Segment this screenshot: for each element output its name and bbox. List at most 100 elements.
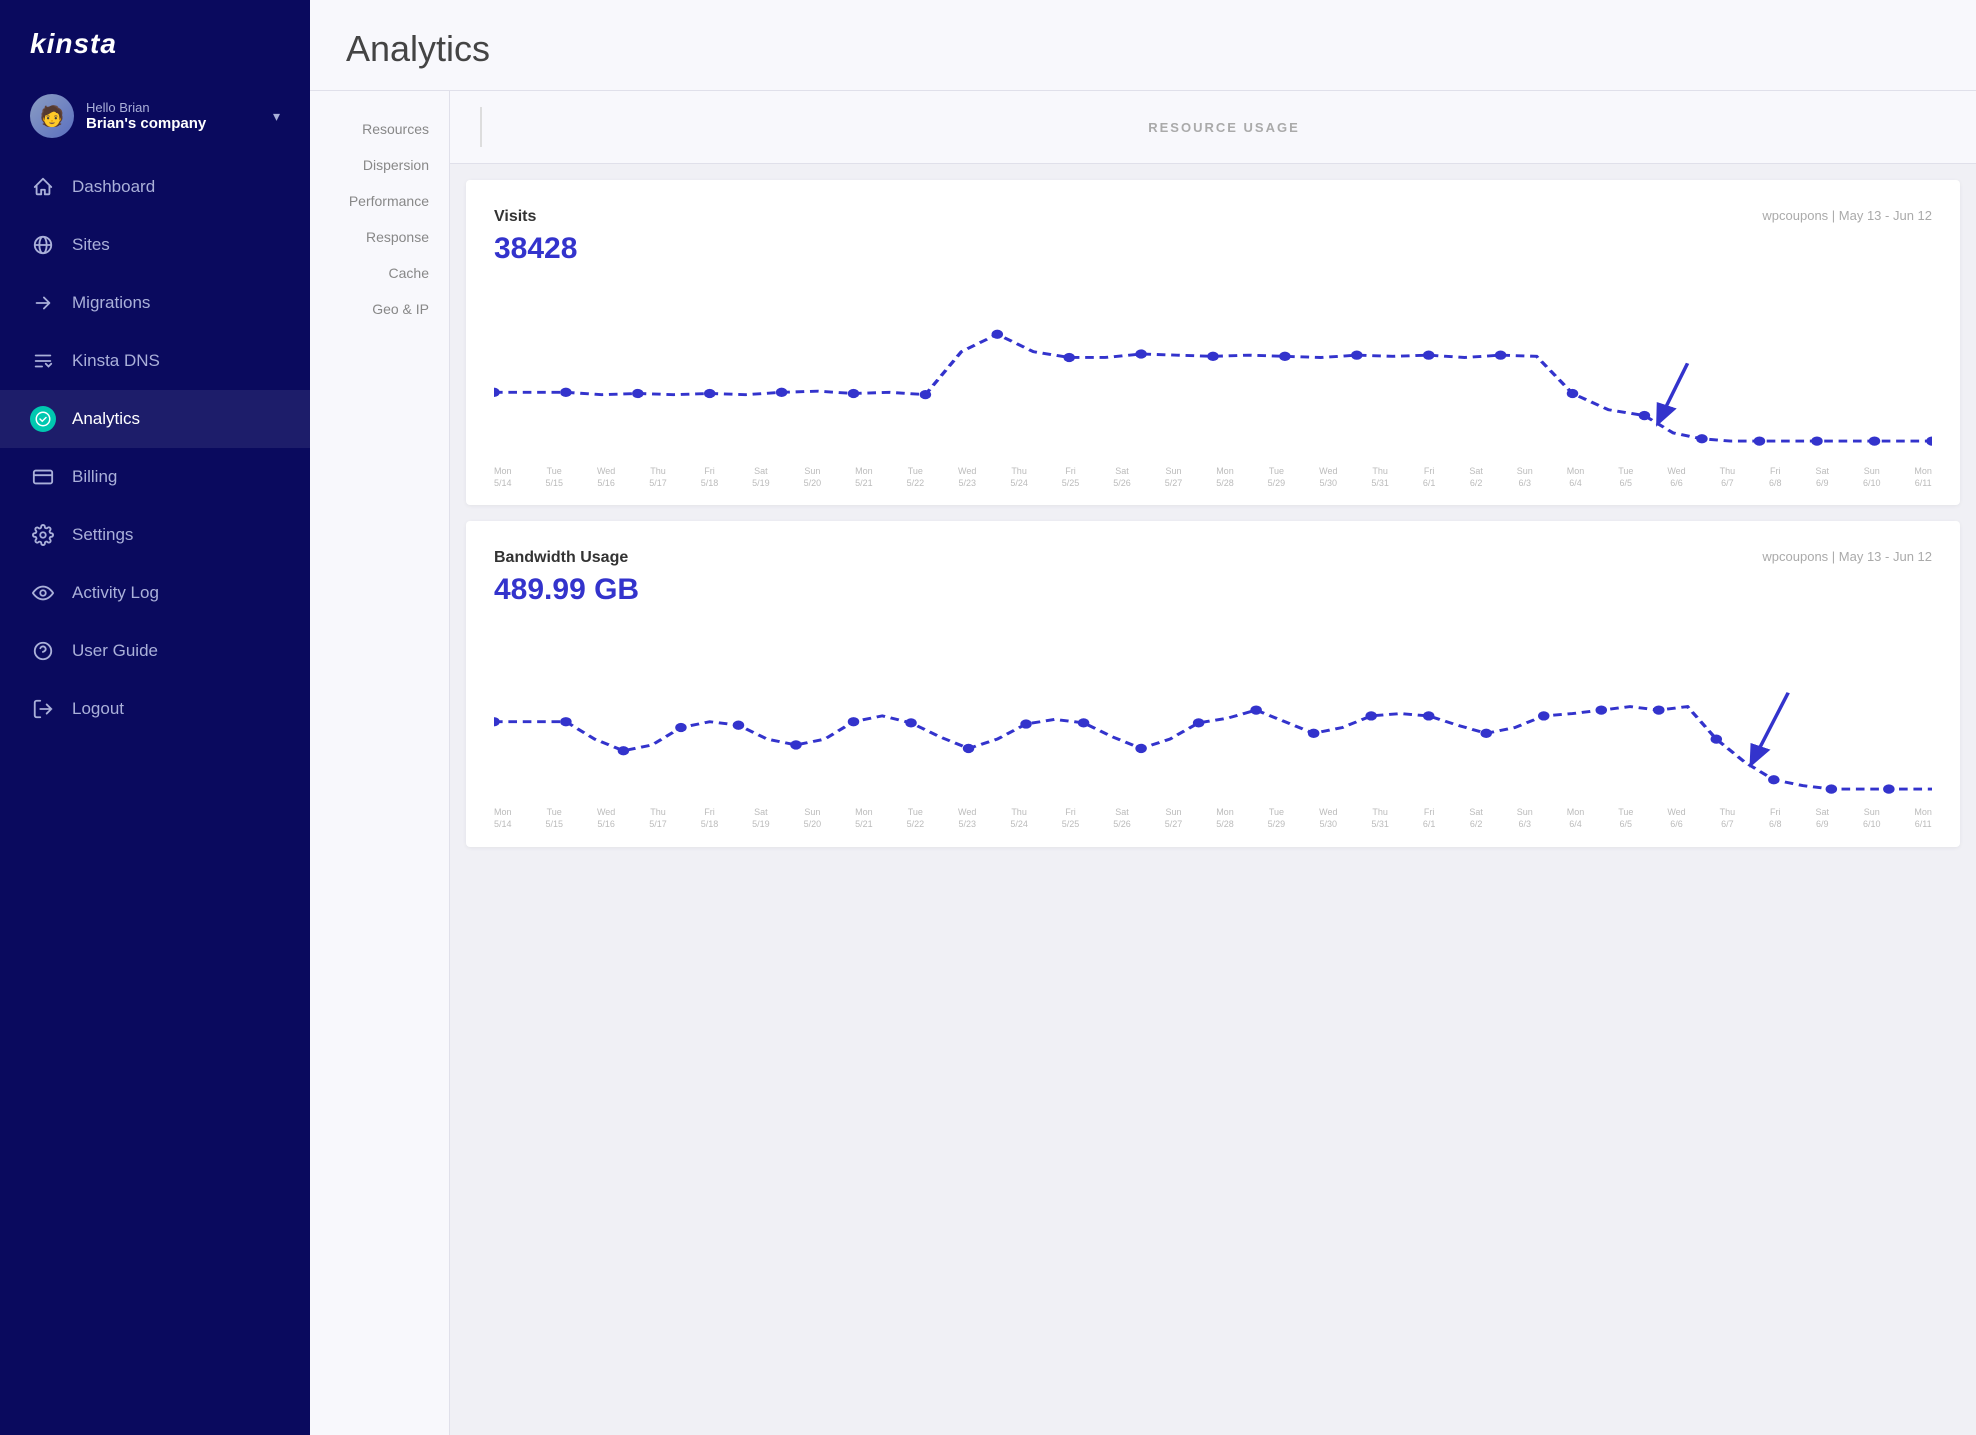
resource-usage-header: RESOURCE USAGE [450,91,1976,164]
chart-date: Wed6/6 [1667,807,1685,830]
chart-date: Sun6/3 [1517,807,1533,830]
chart-date: Wed5/16 [597,466,615,489]
chart-date: Fri6/8 [1769,807,1782,830]
sidebar-item-activity-log[interactable]: Activity Log [0,564,310,622]
chart-subtitle: wpcoupons | May 13 - Jun 12 [1762,549,1932,564]
chart-date: Mon5/14 [494,807,512,830]
chart-date: Wed5/30 [1319,466,1337,489]
chart-date: Fri6/1 [1423,466,1436,489]
chart-date: Thu5/24 [1010,466,1028,489]
chart-date: Mon6/4 [1567,807,1585,830]
chart-date: Fri5/25 [1062,466,1080,489]
chart-date: Fri6/8 [1769,466,1782,489]
chart-container [494,282,1932,462]
sub-nav-dispersion[interactable]: Dispersion [310,147,449,183]
chart-date: Mon6/4 [1567,466,1585,489]
sub-nav-resources[interactable]: Resources [310,111,449,147]
chart-date: Tue5/29 [1268,466,1286,489]
chart-date: Tue5/15 [545,466,563,489]
chart-date: Thu5/31 [1371,807,1389,830]
chart-date: Sat5/26 [1113,807,1131,830]
user-hello: Hello Brian [86,100,261,115]
sub-nav-cache[interactable]: Cache [310,255,449,291]
sidebar-item-label: Analytics [72,409,140,429]
chart-date: Tue6/5 [1618,466,1633,489]
sub-nav-performance[interactable]: Performance [310,183,449,219]
resource-usage-label: RESOURCE USAGE [502,120,1946,135]
chart-date: Sat6/9 [1816,466,1830,489]
charts-area: RESOURCE USAGE Visits wpcoupons | May 13… [450,91,1976,1435]
chart-value: 38428 [494,232,1932,266]
chart-date: Mon5/28 [1216,466,1234,489]
chart-date: Fri5/18 [701,807,719,830]
sidebar-item-settings[interactable]: Settings [0,506,310,564]
chart-date: Wed5/23 [958,466,976,489]
main-content: Analytics ResourcesDispersionPerformance… [310,0,1976,1435]
sidebar-item-kinsta-dns[interactable]: Kinsta DNS [0,332,310,390]
chart-dates: Mon5/14 Tue5/15 Wed5/16 Thu5/17 Fri5/18 Sat5/… [494,807,1932,830]
sidebar-item-logout[interactable]: Logout [0,680,310,738]
home-icon [30,174,56,200]
logo: kinsta [0,0,310,80]
sidebar-item-dashboard[interactable]: Dashboard [0,158,310,216]
sidebar-item-label: Logout [72,699,124,719]
chart-date: Sun5/27 [1165,466,1183,489]
chart-date: Tue5/15 [545,807,563,830]
chart-date: Mon5/14 [494,466,512,489]
chart-date: Sat6/9 [1816,807,1830,830]
chart-date: Thu6/7 [1720,466,1736,489]
chart-date: Sat5/19 [752,466,770,489]
chart-date: Mon6/11 [1914,466,1932,489]
chart-date: Thu5/24 [1010,807,1028,830]
user-section[interactable]: 🧑 Hello Brian Brian's company ▾ [0,80,310,158]
sidebar-item-label: Activity Log [72,583,159,603]
chart-header: Visits wpcoupons | May 13 - Jun 12 [494,208,1932,226]
chart-date: Sun5/20 [804,807,822,830]
chart-dates: Mon5/14Tue5/15Wed5/16Thu5/17Fri5/18Sat5/… [494,466,1932,489]
sidebar-item-migrations[interactable]: Migrations [0,274,310,332]
chart-date: Fri6/1 [1423,807,1436,830]
sub-nav: ResourcesDispersionPerformanceResponseCa… [310,91,450,1435]
chart-date: Tue6/5 [1618,807,1633,830]
sidebar-item-label: Sites [72,235,110,255]
chart-date: Sun6/10 [1863,466,1881,489]
chart-svg [494,623,1932,803]
sidebar-item-label: User Guide [72,641,158,661]
chart-date: Fri5/25 [1062,807,1080,830]
chart-date: Wed6/6 [1667,466,1685,489]
chart-icon [30,406,56,432]
arrow-right-icon [30,290,56,316]
chart-date: Thu5/17 [649,807,667,830]
chart-header: Bandwidth Usage wpcoupons | May 13 - Jun… [494,549,1932,567]
help-icon [30,638,56,664]
page-header: Analytics [310,0,1976,91]
sidebar-item-billing[interactable]: Billing [0,448,310,506]
chart-date: Wed5/30 [1319,807,1337,830]
chart-date: Tue5/29 [1268,807,1286,830]
charts-container: Visits wpcoupons | May 13 - Jun 12 38428… [450,180,1976,847]
avatar: 🧑 [30,94,74,138]
chart-date: Sat5/19 [752,807,770,830]
chart-date: Tue5/22 [907,807,925,830]
chart-date: Mon6/11 [1914,807,1932,830]
chart-subtitle: wpcoupons | May 13 - Jun 12 [1762,208,1932,223]
sub-nav-geo---ip[interactable]: Geo & IP [310,291,449,327]
chart-date: Thu6/7 [1720,807,1736,830]
chart-date: Sat6/2 [1469,466,1483,489]
chart-date: Wed5/16 [597,807,615,830]
sidebar-item-user-guide[interactable]: User Guide [0,622,310,680]
chart-value: 489.99 GB [494,573,1932,607]
chart-date: Sat6/2 [1469,807,1483,830]
chart-date: Sat5/26 [1113,466,1131,489]
logout-icon [30,696,56,722]
chart-date: Sun5/20 [804,466,822,489]
sub-nav-response[interactable]: Response [310,219,449,255]
sidebar-item-sites[interactable]: Sites [0,216,310,274]
user-company: Brian's company [86,115,261,132]
chart-date: Mon5/21 [855,807,873,830]
page-title: Analytics [346,28,1940,70]
globe-icon [30,232,56,258]
chart-date: Sun6/10 [1863,807,1881,830]
sidebar-item-label: Kinsta DNS [72,351,160,371]
sidebar-item-analytics[interactable]: Analytics [0,390,310,448]
